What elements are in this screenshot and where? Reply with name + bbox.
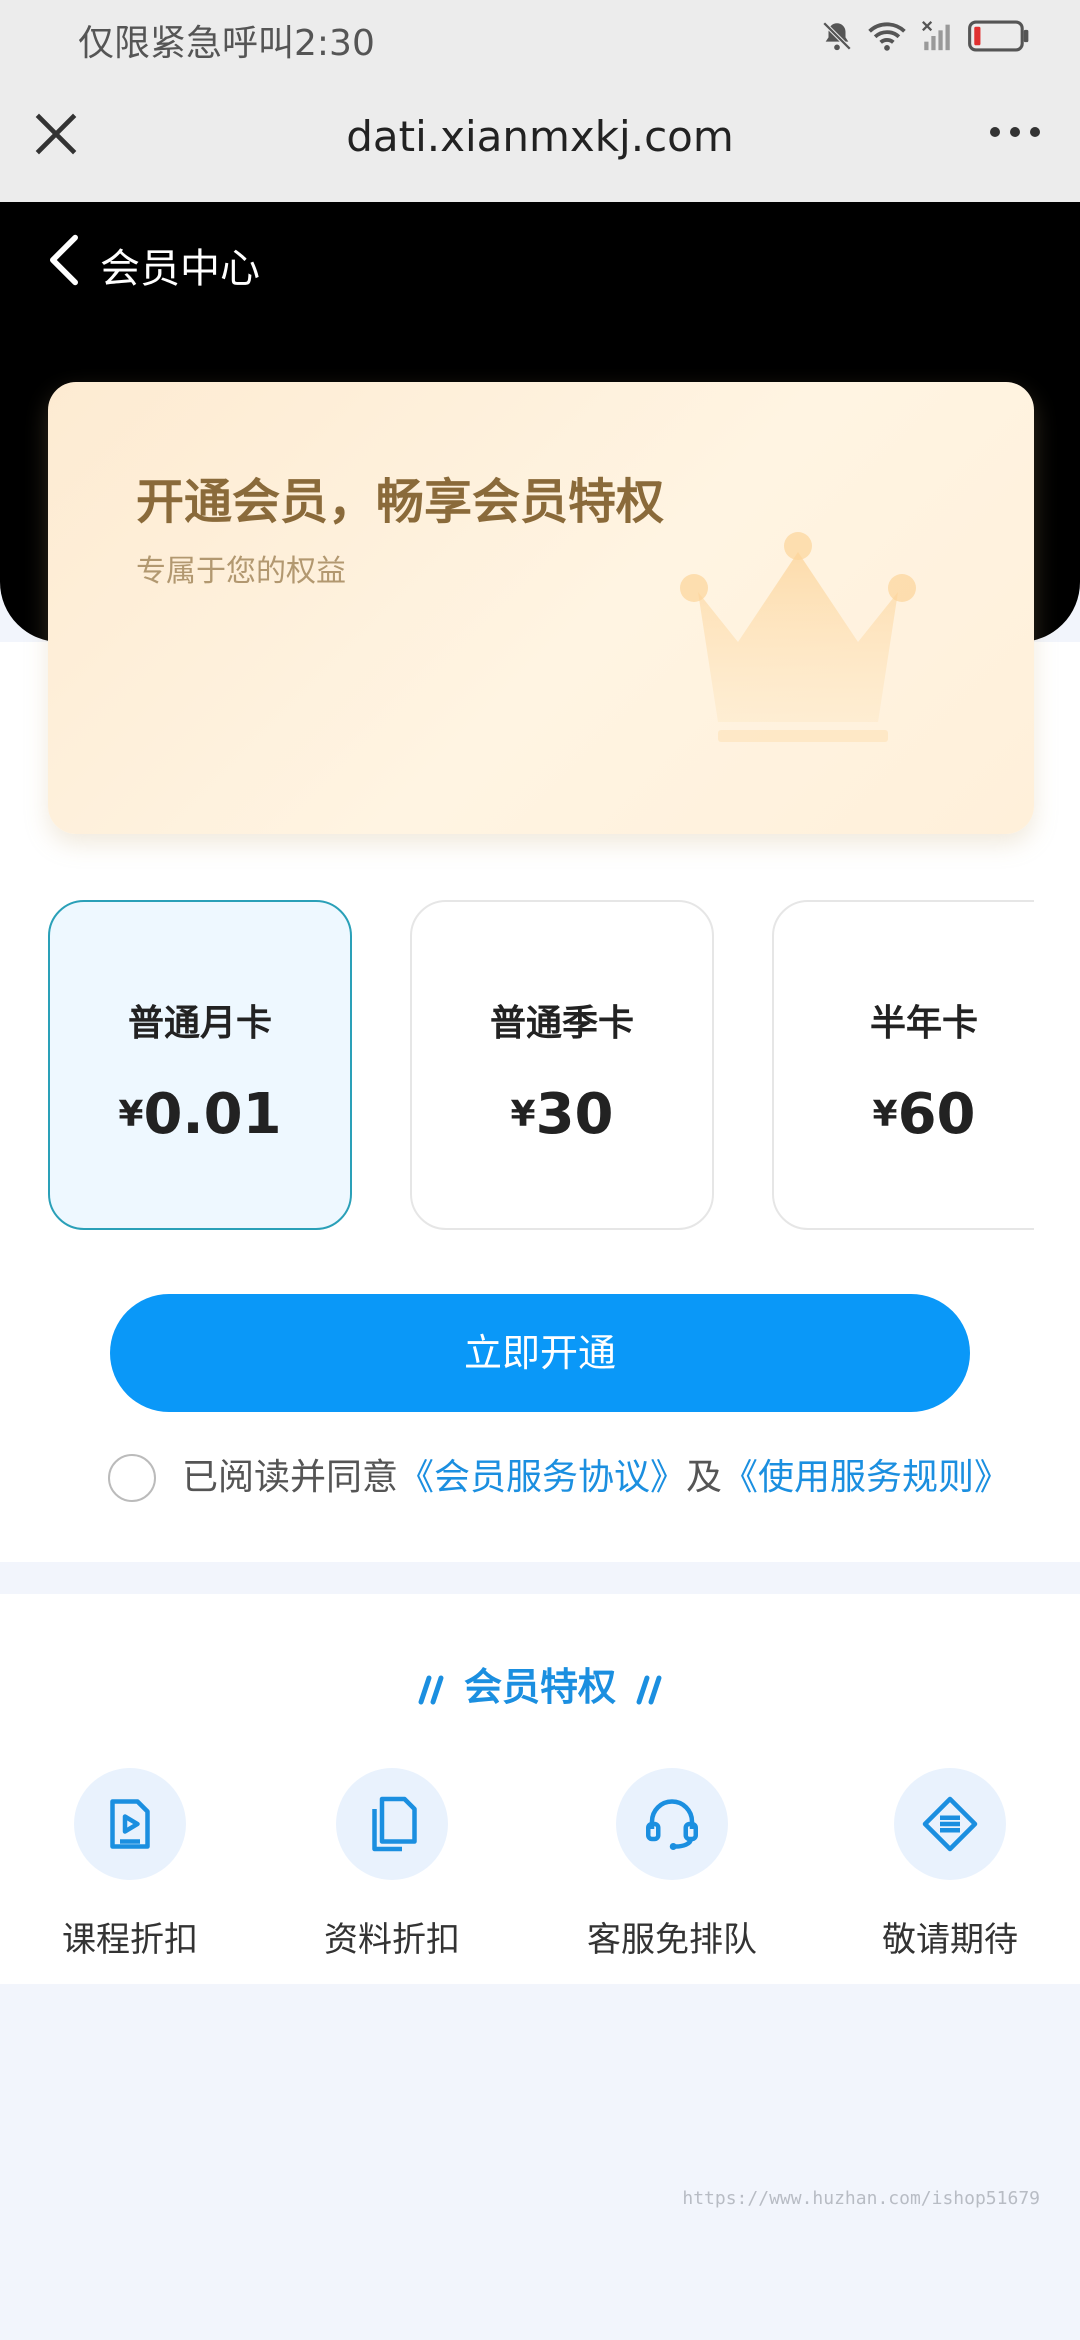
currency-symbol: ¥	[118, 1094, 144, 1135]
plan-card-quarterly[interactable]: 普通季卡 ¥30	[410, 900, 714, 1230]
plan-card-halfyear[interactable]: 半年卡 ¥60	[772, 900, 1034, 1230]
plan-price: ¥0.01	[50, 1082, 350, 1147]
privilege-icon-bg	[74, 1768, 186, 1880]
agree-checkbox[interactable]	[108, 1454, 156, 1502]
back-chevron-icon[interactable]	[44, 232, 84, 288]
privilege-item-support-priority[interactable]: 客服免排队	[572, 1768, 772, 1961]
browser-bar: dati.xianmxkj.com	[0, 72, 1080, 202]
signal-off-icon	[922, 21, 950, 51]
privilege-label: 资料折扣	[324, 1920, 460, 1960]
status-bar: 仅限紧急呼叫2:30	[0, 0, 1080, 72]
privileges-title-text: 会员特权	[463, 1665, 616, 1709]
member-card: 开通会员，畅享会员特权 专属于您的权益	[48, 382, 1034, 834]
browser-url[interactable]: dati.xianmxkj.com	[0, 112, 1080, 161]
privilege-label: 客服免排队	[587, 1920, 757, 1960]
status-text: 仅限紧急呼叫2:30	[78, 14, 375, 66]
list-diamond-icon	[922, 1796, 978, 1852]
plan-name: 普通月卡	[127, 1003, 272, 1044]
agreement-prefix: 已阅读并同意	[182, 1457, 399, 1498]
privilege-label: 课程折扣	[62, 1920, 198, 1960]
bell-muted-icon	[822, 21, 852, 51]
privilege-label: 敬请期待	[882, 1920, 1018, 1960]
privilege-item-course-discount[interactable]: 课程折扣	[30, 1768, 230, 1961]
crown-icon	[680, 532, 916, 742]
member-card-subtitle: 专属于您的权益	[136, 554, 346, 589]
carrier-text: 仅限紧急呼叫	[78, 23, 295, 64]
currency-symbol: ¥	[510, 1094, 536, 1135]
more-dots-icon[interactable]	[980, 112, 1050, 152]
double-slash-icon	[636, 1675, 662, 1704]
video-course-icon	[110, 1799, 150, 1849]
headset-icon	[646, 1799, 698, 1850]
privilege-item-material-discount[interactable]: 资料折扣	[292, 1768, 492, 1961]
privilege-icon-bg	[616, 1768, 728, 1880]
price-amount: 30	[535, 1082, 614, 1147]
member-service-agreement-link[interactable]: 《会员服务协议》	[398, 1457, 686, 1498]
plan-name: 普通季卡	[489, 1003, 634, 1044]
watermark: https://www.huzhan.com/ishop51679	[682, 2188, 1040, 2209]
price-amount: 0.01	[143, 1082, 282, 1147]
section-divider	[0, 1562, 1080, 1594]
privileges-title: 会员特权	[0, 1656, 1080, 1711]
double-slash-icon	[418, 1675, 444, 1704]
activate-button[interactable]: 立即开通	[110, 1294, 970, 1412]
service-rules-link[interactable]: 《使用服务规则》	[722, 1457, 1010, 1498]
member-card-title: 开通会员，畅享会员特权	[136, 474, 665, 530]
currency-symbol: ¥	[872, 1094, 898, 1135]
plan-price: ¥30	[412, 1082, 712, 1147]
plan-card-monthly[interactable]: 普通月卡 ¥0.01	[48, 900, 352, 1230]
document-icon	[372, 1796, 417, 1852]
agreement-conj: 及	[686, 1457, 723, 1498]
privilege-icon-bg	[336, 1768, 448, 1880]
plan-list: 普通月卡 ¥0.01 普通季卡 ¥30 半年卡 ¥60	[0, 900, 1034, 1234]
wifi-icon	[868, 22, 906, 51]
plan-name: 半年卡	[869, 1003, 978, 1044]
privilege-item-coming-soon[interactable]: 敬请期待	[850, 1768, 1050, 1961]
plan-price: ¥60	[774, 1082, 1034, 1147]
page-title: 会员中心	[100, 246, 260, 292]
privilege-icon-bg	[894, 1768, 1006, 1880]
agreement-text: 已阅读并同意《会员服务协议》及《使用服务规则》	[182, 1454, 1010, 1502]
price-amount: 60	[897, 1082, 976, 1147]
clock: 2:30	[294, 23, 375, 64]
battery-low-icon	[968, 20, 1029, 52]
status-icons	[820, 18, 1030, 54]
